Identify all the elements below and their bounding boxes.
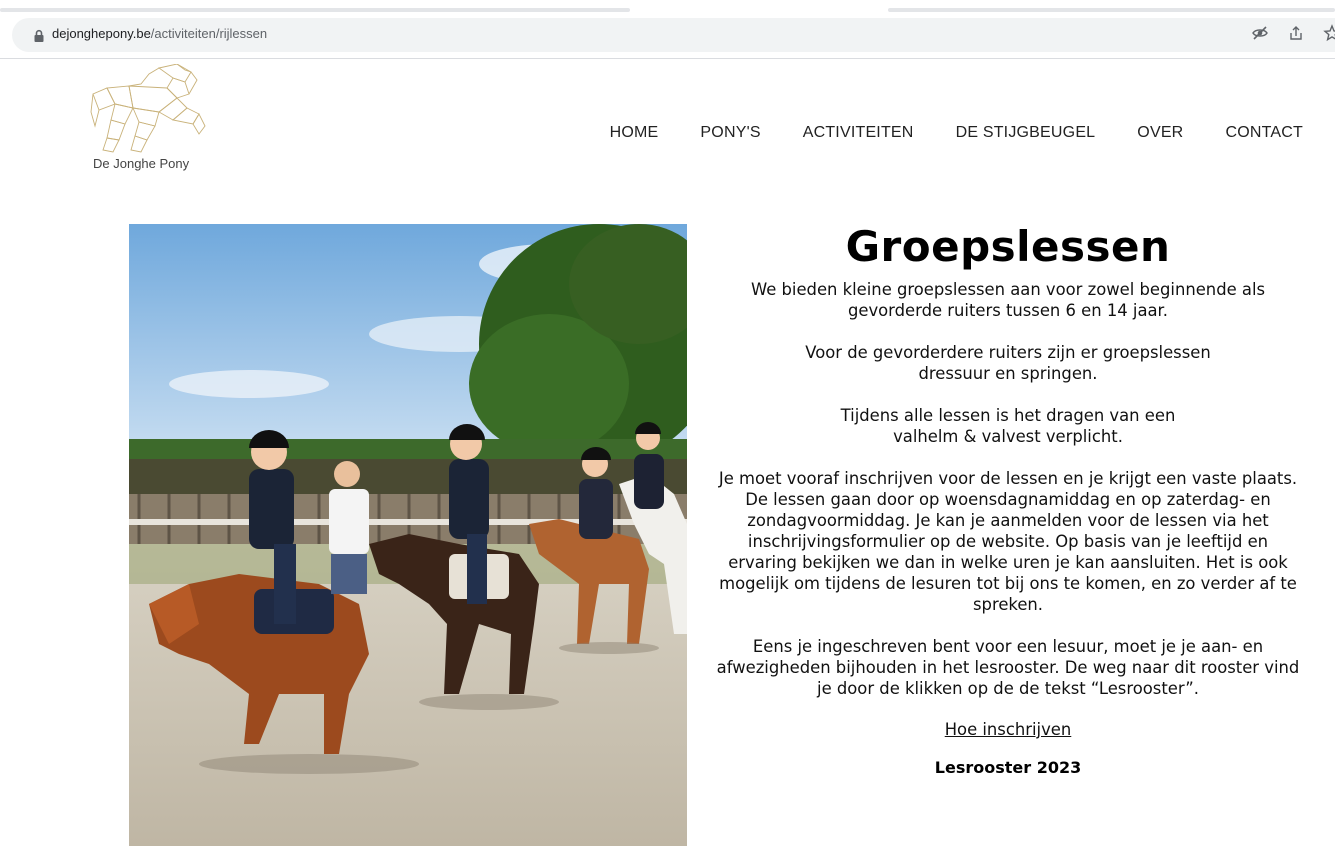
advanced-paragraph: Voor de gevorderdere ruiters zijn er gro… [805, 343, 1211, 383]
star-icon[interactable] [1323, 24, 1335, 42]
eye-off-icon[interactable] [1251, 24, 1269, 42]
registration-paragraph: Je moet vooraf inschrijven voor de lesse… [718, 469, 1298, 614]
lesson-content: Groepslessen We bieden kleine groepsless… [712, 222, 1304, 777]
share-icon[interactable] [1287, 24, 1305, 42]
browser-divider [0, 58, 1335, 59]
intro-paragraph: We bieden kleine groepslessen aan voor z… [750, 280, 1266, 320]
nav-activiteiten[interactable]: ACTIVITEITEN [803, 124, 914, 142]
nav-home[interactable]: HOME [610, 124, 659, 142]
logo-text: De Jonghe Pony [93, 156, 190, 171]
url-text[interactable]: dejonghepony.be/activiteiten/rijlessen [52, 26, 267, 41]
url-domain: dejonghepony.be [52, 26, 151, 41]
pony-logo-icon [90, 64, 206, 153]
browser-tab-bar [888, 8, 1335, 12]
url-path: /activiteiten/rijlessen [150, 26, 268, 41]
address-bar[interactable]: dejonghepony.be/activiteiten/rijlessen [12, 18, 1335, 52]
address-bar-actions [1251, 24, 1335, 42]
site-logo[interactable]: De Jonghe Pony [86, 64, 211, 174]
page-title: Groepslessen [845, 222, 1171, 271]
lesrooster-link[interactable]: Lesrooster 2023 [712, 758, 1304, 777]
nav-contact[interactable]: CONTACT [1225, 124, 1303, 142]
browser-tab-bar [0, 8, 630, 12]
main-navigation: HOME PONY'S ACTIVITEITEN DE STIJGBEUGEL … [610, 124, 1303, 142]
nav-de-stijgbeugel[interactable]: DE STIJGBEUGEL [956, 124, 1096, 142]
how-to-register-link[interactable]: Hoe inschrijven [945, 720, 1072, 739]
lock-icon[interactable] [32, 28, 46, 42]
nav-over[interactable]: OVER [1137, 124, 1183, 142]
safety-paragraph: Tijdens alle lessen is het dragen van ee… [840, 406, 1176, 446]
lesson-photo [129, 224, 687, 846]
attendance-paragraph: Eens je ingeschreven bent voor een lesuu… [716, 637, 1300, 698]
browser-tab-strip [0, 0, 1335, 18]
nav-ponys[interactable]: PONY'S [700, 124, 760, 142]
